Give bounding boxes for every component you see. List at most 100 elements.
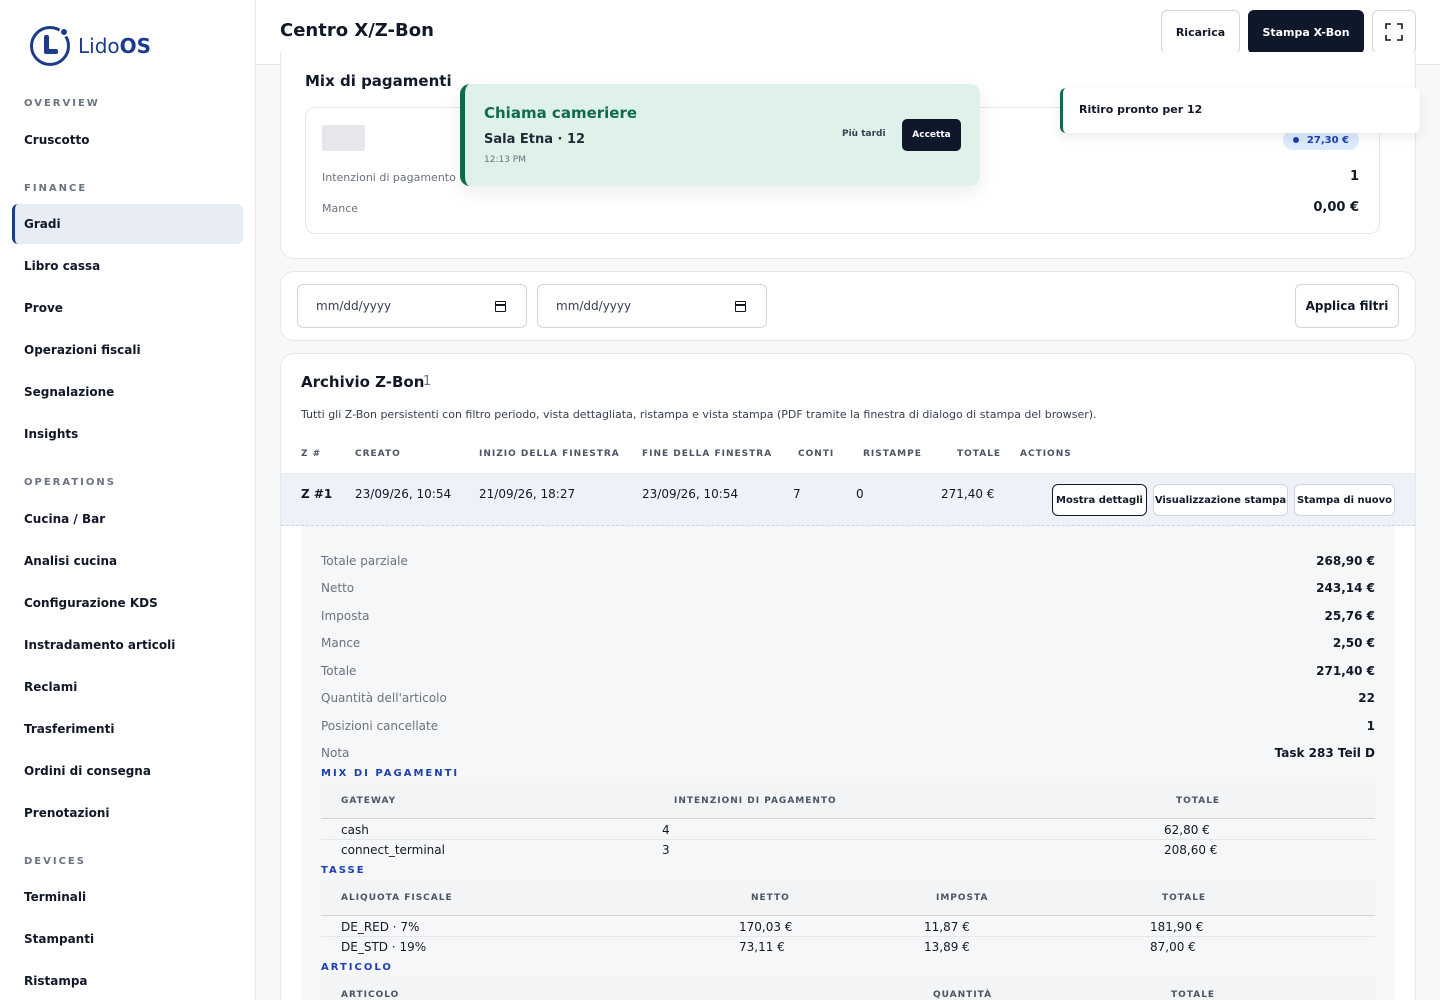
apply-filters-button[interactable]: Applica filtri: [1295, 284, 1399, 328]
summary-label: Posizioni cancellate: [321, 719, 439, 733]
tax-cell: 13,89 €: [924, 940, 970, 954]
gateway-cell: connect_terminal: [341, 843, 445, 857]
pickup-ready-toast: Ritiro pronto per 12: [1060, 88, 1420, 133]
net-cell: 73,11 €: [739, 940, 785, 954]
nav-section-finance: FINANCE: [24, 183, 88, 194]
row-window-start: 21/09/26, 18:27: [479, 487, 576, 501]
sidebar-item-ristampa[interactable]: Ristampa: [12, 961, 243, 1000]
summary-label: Netto: [321, 581, 355, 595]
sidebar-item-libro-cassa[interactable]: Libro cassa: [12, 246, 243, 286]
sidebar-item-prove[interactable]: Prove: [12, 288, 243, 328]
col-created: CREATO: [355, 449, 401, 459]
summary-label: Imposta: [321, 609, 370, 623]
intents-cell: 4: [662, 823, 670, 837]
summary-value: 25,76 €: [1324, 609, 1375, 623]
col-tax: IMPOSTA: [936, 893, 989, 903]
sidebar-item-instradamento-articoli[interactable]: Instradamento articoli: [12, 625, 243, 665]
sidebar-item-reclami[interactable]: Reclami: [12, 667, 243, 707]
reload-button[interactable]: Ricarica: [1161, 10, 1240, 54]
sidebar-item-gradi[interactable]: Gradi: [12, 204, 243, 244]
sidebar-item-trasferimenti[interactable]: Trasferimenti: [12, 709, 243, 749]
toast-subtitle: Sala Etna · 12: [484, 132, 586, 147]
sidebar: LidoOS OVERVIEW Cruscotto FINANCE Gradi …: [0, 0, 256, 1000]
later-button[interactable]: Più tardi: [842, 129, 886, 139]
tax-cell: 11,87 €: [924, 920, 970, 934]
col-article: ARTICOLO: [341, 990, 400, 1000]
gateway-cell: cash: [341, 823, 369, 837]
tips-value: 0,00 €: [1313, 200, 1359, 215]
col-total: TOTALE: [957, 449, 1002, 459]
toast-title: Chiama cameriere: [484, 104, 638, 122]
summary-label: Nota: [321, 746, 350, 760]
archive-title: Archivio Z-Bon: [301, 373, 425, 391]
sidebar-item-stampanti[interactable]: Stampanti: [12, 919, 243, 959]
sidebar-item-ordini-di-consegna[interactable]: Ordini di consegna: [12, 751, 243, 791]
sidebar-item-terminali[interactable]: Terminali: [12, 877, 243, 917]
fullscreen-button[interactable]: [1372, 10, 1416, 54]
fullscreen-icon: [1385, 23, 1403, 41]
row-z-number: Z #1: [301, 487, 333, 501]
sidebar-item-cucina-bar[interactable]: Cucina / Bar: [12, 499, 243, 539]
toast-ready-text: Ritiro pronto per 12: [1079, 103, 1203, 116]
date-to-input[interactable]: mm/dd/yyyy: [537, 284, 767, 328]
tax-rate-cell: DE_STD · 19%: [341, 940, 427, 954]
summary-value: 268,90 €: [1316, 554, 1375, 568]
summary-label: Totale parziale: [321, 554, 408, 568]
col-z: Z #: [301, 449, 322, 459]
logo-icon: [30, 26, 70, 66]
badge-dot-icon: [1292, 137, 1299, 143]
col-total: TOTALE: [1171, 990, 1216, 1000]
reprint-button[interactable]: Stampa di nuovo: [1294, 484, 1395, 516]
payment-intents-value: 1: [1349, 169, 1359, 184]
sidebar-item-insights[interactable]: Insights: [12, 414, 243, 454]
summary-value: 2,50 €: [1332, 636, 1375, 650]
accept-button[interactable]: Accetta: [902, 119, 961, 151]
col-reprints: RISTAMPE: [863, 449, 922, 459]
summary-value: Task 283 Teil D: [1274, 746, 1375, 760]
summary-value: 1: [1366, 719, 1375, 733]
row-accounts: 7: [793, 487, 801, 501]
amount-badge: 27,30 €: [1282, 130, 1359, 150]
sidebar-item-analisi-cucina[interactable]: Analisi cucina: [12, 541, 243, 581]
col-window-end: FINE DELLA FINESTRA: [642, 449, 773, 459]
show-details-button[interactable]: Mostra dettagli: [1052, 484, 1147, 516]
sidebar-item-prenotazioni[interactable]: Prenotazioni: [12, 793, 243, 833]
section-articles: ARTICOLO: [321, 962, 393, 973]
col-total: TOTALE: [1162, 893, 1207, 903]
placeholder-block: [322, 125, 365, 151]
col-payment-intents: INTENZIONI DI PAGAMENTO: [674, 796, 837, 806]
sidebar-item-operazioni-fiscali[interactable]: Operazioni fiscali: [12, 330, 243, 370]
section-payment-mix: MIX DI PAGAMENTI: [321, 768, 460, 779]
print-view-button[interactable]: Visualizzazione stampa: [1153, 484, 1288, 516]
nav-section-overview: OVERVIEW: [24, 98, 100, 109]
summary-value: 22: [1358, 691, 1375, 705]
tax-rate-cell: DE_RED · 7%: [341, 920, 420, 934]
payment-mix-title: Mix di pagamenti: [305, 72, 452, 90]
sidebar-item-cruscotto[interactable]: Cruscotto: [12, 120, 243, 160]
tips-label: Mance: [322, 202, 359, 215]
col-actions: ACTIONS: [1020, 449, 1072, 459]
intents-cell: 3: [662, 843, 670, 857]
details-panel: [301, 526, 1395, 1000]
logo[interactable]: LidoOS: [30, 26, 151, 66]
total-cell: 87,00 €: [1150, 940, 1196, 954]
section-taxes: TASSE: [321, 865, 366, 876]
total-cell: 208,60 €: [1164, 843, 1218, 857]
total-cell: 181,90 €: [1150, 920, 1204, 934]
calendar-icon[interactable]: [495, 301, 506, 312]
col-quantity: QUANTITÀ: [933, 990, 993, 1000]
row-total: 271,40 €: [941, 487, 995, 501]
page-title: Centro X/Z-Bon: [280, 20, 434, 41]
net-cell: 170,03 €: [739, 920, 793, 934]
taxes-header: [321, 880, 1375, 916]
col-window-start: INIZIO DELLA FINESTRA: [479, 449, 620, 459]
calendar-icon[interactable]: [735, 301, 746, 312]
sidebar-item-configurazione-kds[interactable]: Configurazione KDS: [12, 583, 243, 623]
col-gateway: GATEWAY: [341, 796, 397, 806]
waiter-call-toast: Chiama cameriere Sala Etna · 12 12:13 PM…: [460, 84, 980, 186]
sidebar-item-segnalazione[interactable]: Segnalazione: [12, 372, 243, 412]
payment-intents-label: Intenzioni di pagamento: [322, 171, 456, 184]
date-from-input[interactable]: mm/dd/yyyy: [297, 284, 527, 328]
row-created: 23/09/26, 10:54: [355, 487, 452, 501]
print-x-bon-button[interactable]: Stampa X-Bon: [1248, 10, 1364, 54]
